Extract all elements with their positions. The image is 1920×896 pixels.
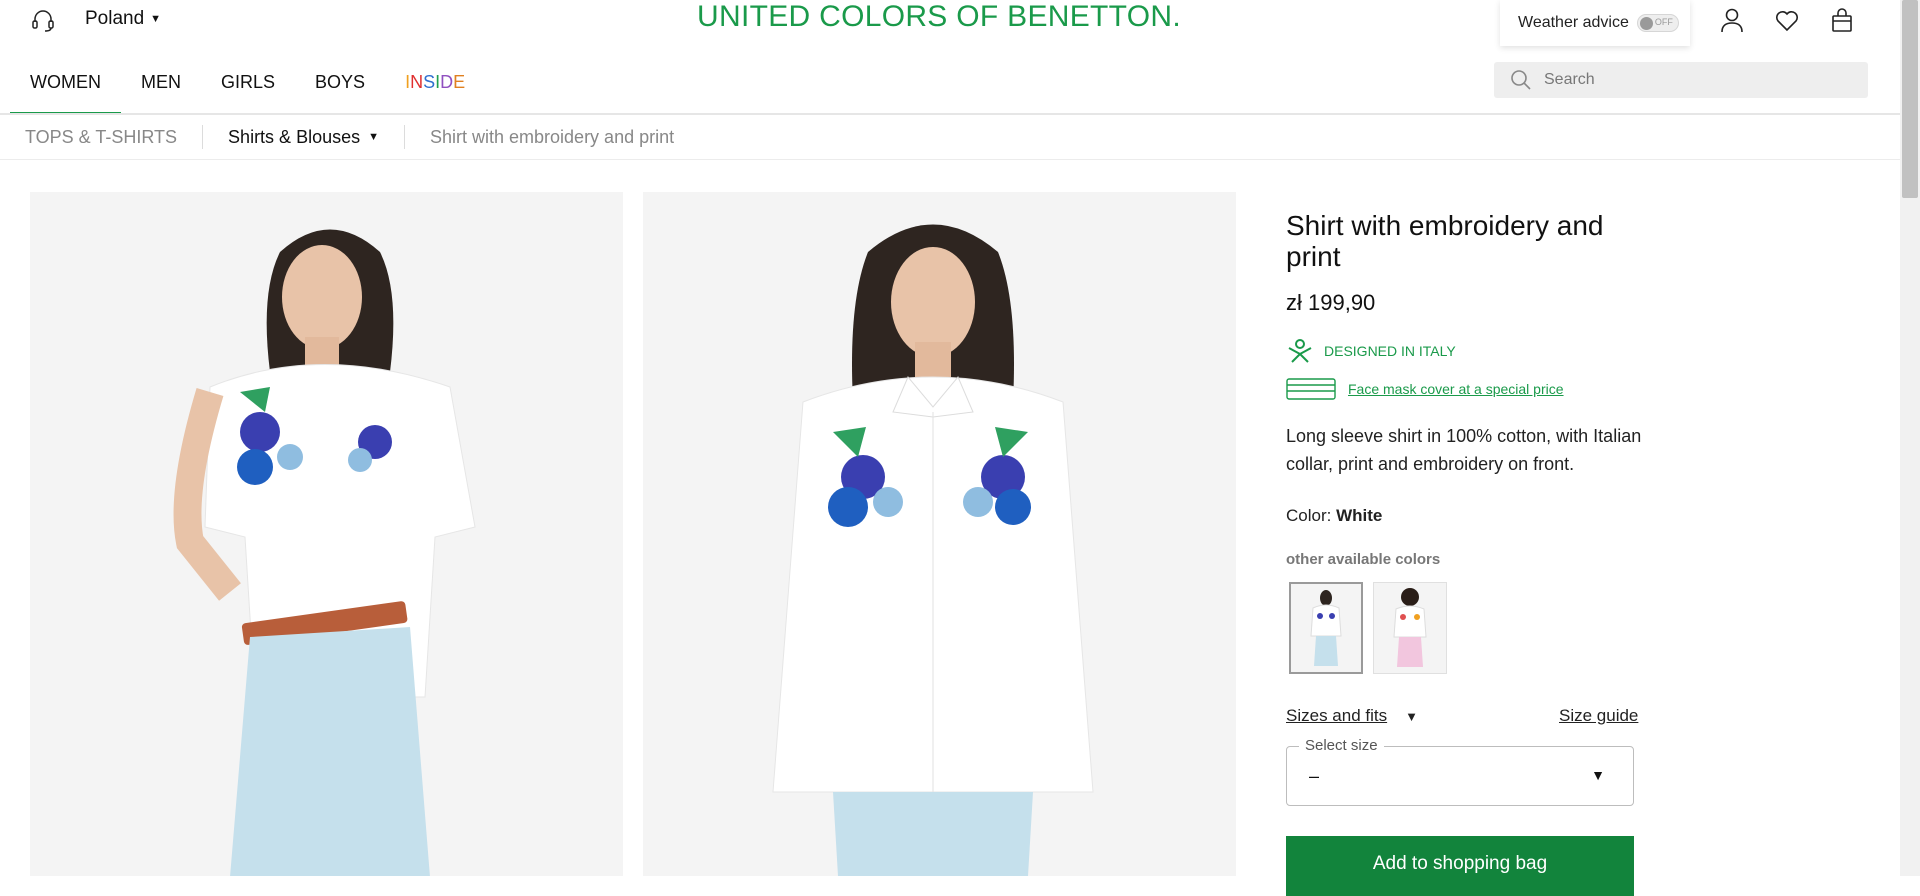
weather-advice-label: Weather advice	[1518, 14, 1629, 31]
designed-label: DESIGNED IN ITALY	[1324, 343, 1456, 359]
nav-inside[interactable]: INSIDE	[385, 62, 485, 112]
designed-in-italy-badge: DESIGNED IN ITALY	[1286, 338, 1456, 364]
nav-girls[interactable]: GIRLS	[201, 62, 295, 112]
swatch-thumbnail	[1374, 583, 1446, 673]
account-icon[interactable]	[1718, 6, 1746, 34]
chevron-down-icon: ▼	[1591, 767, 1605, 783]
add-to-bag-button[interactable]: Add to shopping bag	[1286, 836, 1634, 896]
inside-letter: E	[453, 72, 466, 92]
nav-men[interactable]: MEN	[121, 62, 201, 112]
scrollbar-thumb[interactable]	[1902, 0, 1918, 198]
product-title: Shirt with embroidery and print	[1286, 210, 1604, 272]
nav-women[interactable]: WOMEN	[10, 62, 121, 115]
chevron-down-icon: ▼	[1405, 708, 1418, 724]
size-guide-link[interactable]: Size guide	[1559, 706, 1638, 726]
color-label: Color:	[1286, 506, 1332, 525]
color-value: White	[1336, 506, 1383, 525]
breadcrumb-subcategory-label: Shirts & Blouses	[228, 126, 361, 147]
color-swatch-pink[interactable]	[1373, 582, 1447, 674]
breadcrumb-current: Shirt with embroidery and print	[430, 126, 675, 147]
shopping-bag-icon[interactable]	[1828, 6, 1856, 34]
search-icon	[1511, 70, 1531, 90]
model-photo-illustration	[643, 192, 1236, 876]
wishlist-heart-icon[interactable]	[1773, 6, 1801, 34]
size-select-label: Select size	[1299, 737, 1384, 754]
product-description: Long sleeve shirt in 100% cotton, with I…	[1286, 426, 1642, 474]
size-select[interactable]: Select size – ▼	[1286, 737, 1634, 806]
toggle-knob	[1639, 17, 1653, 30]
sizes-and-fits-toggle[interactable]: Sizes and fits ▼	[1286, 706, 1418, 726]
main-navigation: WOMEN MEN GIRLS BOYS INSIDE	[10, 62, 485, 115]
weather-advice-panel: Weather advice OFF	[1500, 0, 1690, 46]
color-swatch-white[interactable]	[1289, 582, 1363, 674]
search-placeholder: Search	[1544, 71, 1595, 88]
breadcrumb: TOPS & T-SHIRTS Shirts & Blouses ▼ Shirt…	[0, 115, 1900, 160]
toggle-state: OFF	[1654, 17, 1673, 27]
nav-boys[interactable]: BOYS	[295, 62, 385, 112]
inside-letter: S	[423, 72, 436, 92]
face-mask-icon	[1286, 378, 1336, 400]
inside-letter: N	[410, 72, 424, 92]
weather-advice-toggle[interactable]: OFF	[1636, 14, 1679, 32]
designer-figure-icon	[1288, 339, 1312, 363]
chevron-down-icon: ▼	[368, 131, 379, 143]
breadcrumb-subcategory[interactable]: Shirts & Blouses ▼	[203, 125, 405, 149]
product-photo-2[interactable]	[643, 192, 1236, 876]
swatch-thumbnail	[1291, 584, 1361, 672]
sizes-and-fits-label: Sizes and fits	[1286, 706, 1388, 725]
inside-letter: D	[440, 72, 454, 92]
other-colors-label: other available colors	[1286, 551, 1441, 568]
size-select-value: –	[1309, 766, 1320, 786]
breadcrumb-category[interactable]: TOPS & T-SHIRTS	[0, 125, 204, 149]
product-photo-1[interactable]	[30, 192, 623, 876]
product-price: zł 199,90	[1286, 290, 1376, 315]
mask-promo: Face mask cover at a special price	[1286, 377, 1564, 401]
color-line: Color: White	[1286, 506, 1382, 526]
mask-promo-link[interactable]: Face mask cover at a special price	[1348, 381, 1564, 397]
search-input[interactable]: Search	[1494, 62, 1868, 98]
model-photo-illustration	[30, 192, 623, 876]
